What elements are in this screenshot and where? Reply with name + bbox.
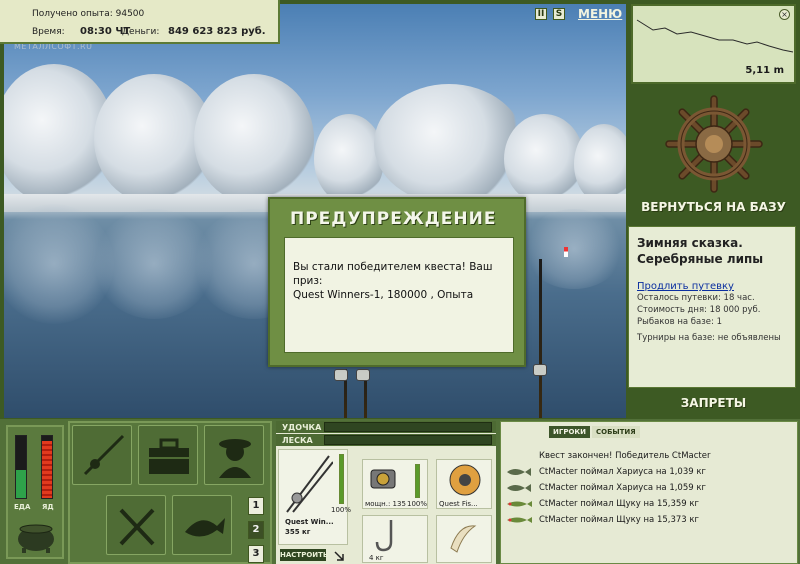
list-item: CtMacter поймал Хариуса на 1,059 кг [505,480,795,496]
sound-icon[interactable]: S [553,8,565,20]
fishers-count: Рыбаков на базе: 1 [637,317,722,327]
inventory-panel: 1 2 3 [68,421,272,564]
reel-icon [370,469,396,489]
tackle-box-icon [149,438,189,474]
menu-button[interactable]: МЕНЮ [578,7,622,21]
dialog-text-2: Quest Winners-1, 180000 , Опыта [293,289,474,301]
poison-meter [41,435,53,499]
depth-value: 5,11 m [745,65,784,76]
list-item: CtMacter поймал Щуку на 15,359 кг [505,496,795,512]
tackle-panel: УДОЧКА ЛЕСКА 100% Quest Win... 355 кг мо… [276,421,496,564]
page-2-button[interactable]: 2 [248,521,264,539]
chat-tabs: ИГРОКИ СОБЫТИЯ [549,426,640,438]
food-label: ЕДА [14,503,31,511]
reel-slot[interactable]: мощн.: 135 100% [362,459,428,509]
chat-panel: ИГРОКИ СОБЫТИЯ Квест закончен! Победител… [500,421,798,564]
exp-label: Получено опыта: [32,9,113,19]
fish-icon [507,484,531,492]
reel-2 [356,369,370,381]
fish-icon [185,518,225,537]
setup-button[interactable]: НАСТРОИТЬ [280,549,328,561]
tournaments-status: Турниры на базе: не объявлены [637,333,781,343]
fisherman-button[interactable] [204,425,264,485]
dialog-body: Вы стали победителем квеста! Ваш приз: Q… [284,237,514,353]
rod-3[interactable] [539,259,542,418]
line-strength-label: ЛЕСКА [282,436,313,445]
food-meter [15,435,27,499]
money-value: 849 623 823 руб. [168,26,266,37]
ship-wheel-icon[interactable] [664,94,764,194]
day-cost: Стоимость дня: 18 000 руб. [637,305,761,315]
line-strength-bar [324,435,492,445]
float-bobber [564,247,568,257]
reel-3 [533,364,547,376]
message-text: CtMacter поймал Щуку на 15,359 кг [539,499,699,509]
page-3-button[interactable]: 3 [248,545,264,563]
fish-cage-button[interactable] [172,495,232,555]
reel-power: мощн.: 135 [365,500,406,508]
hook-slot[interactable]: 4 кг [362,515,428,563]
rods-button[interactable] [72,425,132,485]
return-to-base-button[interactable]: ВЕРНУТЬСЯ НА БАЗУ [631,200,796,214]
list-item: CtMacter поймал Щуку на 15,373 кг [505,512,795,528]
tab-events[interactable]: СОБЫТИЯ [591,426,640,438]
rod-name: Quest Win... [285,518,334,526]
cauldron-icon[interactable] [14,519,58,553]
rod-pct: 100% [331,506,352,514]
status-meters: ЕДА ЯД [6,425,64,559]
pike-icon [507,501,532,507]
hook-icon [375,520,393,552]
pause-icon[interactable]: II [535,8,547,20]
location-name-1: Зимняя сказка. [637,236,743,250]
chat-messages: Квест закончен! Победитель CtMacter CtMa… [505,448,795,528]
money-label: Деньги: [122,27,160,37]
top-controls: II S [535,8,565,20]
tab-players[interactable]: ИГРОКИ [549,426,590,438]
line-spool-icon [449,464,481,496]
list-item: Квест закончен! Победитель CtMacter [505,448,795,464]
dialog-title: ПРЕДУПРЕЖДЕНИЕ [290,209,497,229]
time-label: Время: [32,27,65,37]
rod-assembly-icon [286,455,333,513]
player-info-panel: Получено опыта: 94500 Время: 08:30 ЧТ Де… [0,0,280,44]
rod-slot[interactable]: 100% Quest Win... 355 кг [278,449,352,545]
rod-strength-bar [324,422,492,432]
warning-dialog[interactable]: ПРЕДУПРЕЖДЕНИЕ Вы стали победителем квес… [268,197,526,367]
extend-permit-link[interactable]: Продлить путевку [637,281,787,292]
bans-button[interactable]: ЗАПРЕТЫ [631,396,796,410]
reel-1 [334,369,348,381]
pike-icon [507,517,532,523]
hook-cap: 4 кг [369,554,384,562]
message-text: Квест закончен! Победитель CtMacter [539,451,711,461]
message-text: CtMacter поймал Хариуса на 1,059 кг [539,483,706,493]
bait-slot[interactable] [436,515,492,563]
location-info-panel: Зимняя сказка. Серебряные липы Продлить … [628,226,796,388]
permit-remaining: Осталось путевки: 18 час. [637,293,755,303]
poison-label: ЯД [42,503,54,511]
bottom-panel: ЕДА ЯД 1 2 3 УДОЧКА ЛЕСКА 100% Quest Win… [0,419,800,564]
page-1-button[interactable]: 1 [248,497,264,515]
fork-knife-icon [119,508,155,546]
dialog-text-1: Вы стали победителем квеста! Ваш приз: [293,261,493,287]
expand-arrow-icon[interactable] [334,551,344,561]
bait-icon [450,525,477,553]
message-text: CtMacter поймал Щуку на 15,373 кг [539,515,699,525]
list-item: CtMacter поймал Хариуса на 1,039 кг [505,464,795,480]
fish-icon [507,468,531,476]
message-text: CtMacter поймал Хариуса на 1,039 кг [539,467,706,477]
tackle-box-button[interactable] [138,425,198,485]
food-button[interactable] [106,495,166,555]
line-name: Quest Fis... [439,500,478,508]
depth-map[interactable]: × 5,11 m [631,4,796,84]
line-slot[interactable]: Quest Fis... [436,459,492,509]
rod-strength-label: УДОЧКА [282,423,322,432]
rod-icon [83,434,125,476]
location-name-2: Серебряные липы [637,252,764,266]
fisherman-icon [219,439,251,478]
exp-value: 94500 [115,9,145,19]
reel-pct: 100% [407,500,428,508]
rod-weight: 355 кг [285,528,311,536]
